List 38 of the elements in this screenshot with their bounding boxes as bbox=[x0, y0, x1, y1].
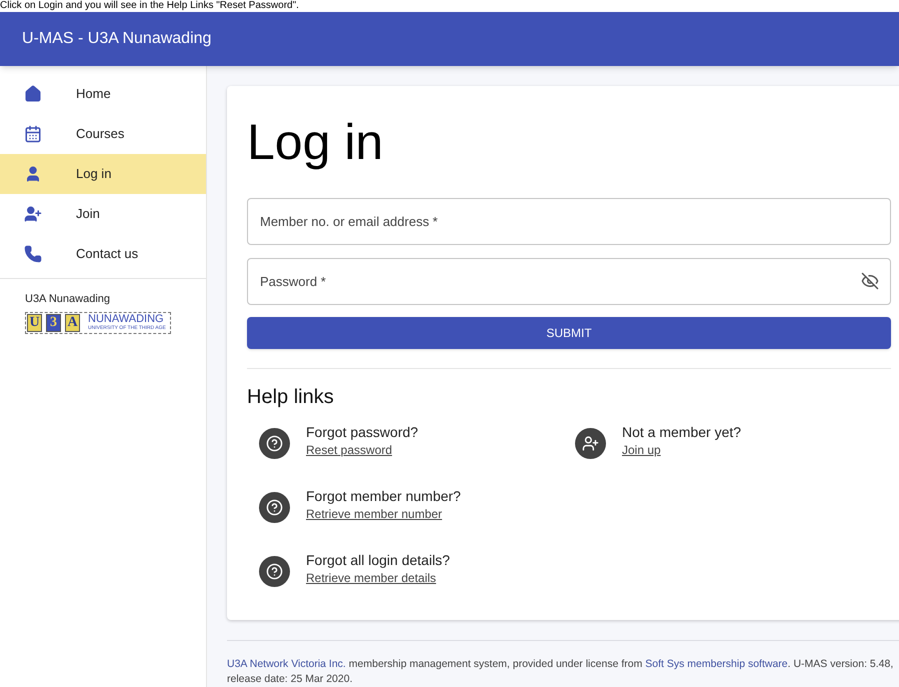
org-name: U3A Nunawading bbox=[25, 292, 112, 307]
nav-item[interactable]: Courses bbox=[0, 114, 206, 154]
add-person-icon bbox=[575, 428, 606, 459]
footer-link[interactable]: Soft Sys membership software bbox=[645, 658, 788, 670]
help-link[interactable]: Reset password bbox=[306, 441, 418, 459]
help-icon bbox=[259, 492, 290, 523]
footer-text: U3A Network Victoria Inc. membership management system, provided under license from Soft Sys membership software. U-MAS version: 5.48, release date: 25 Mar 2020. bbox=[227, 657, 894, 687]
nav-item[interactable]: Contact us bbox=[0, 234, 206, 274]
person-icon bbox=[24, 165, 42, 183]
logo-name: NUNAWADING bbox=[88, 314, 165, 325]
logo-letter: A bbox=[65, 314, 80, 332]
help-question: Not a member yet? bbox=[622, 423, 742, 441]
footer-link[interactable]: U3A Network Victoria Inc. bbox=[227, 658, 346, 670]
help-icon bbox=[259, 556, 290, 587]
help-link[interactable]: Retrieve member number bbox=[306, 505, 461, 523]
nav-item[interactable]: Log in bbox=[0, 154, 206, 194]
calendar-icon bbox=[24, 125, 42, 143]
phone-icon bbox=[24, 245, 42, 263]
help-link[interactable]: Retrieve member details bbox=[306, 569, 450, 587]
logo-letter: 3 bbox=[46, 314, 61, 332]
help-link[interactable]: Join up bbox=[622, 441, 742, 459]
add-person-icon bbox=[24, 205, 42, 223]
app-title: U-MAS - U3A Nunawading bbox=[22, 29, 212, 49]
logo-letter: U bbox=[27, 314, 42, 332]
help-question: Forgot password? bbox=[306, 423, 418, 441]
home-icon bbox=[24, 85, 42, 103]
caption: Click on Login and you will see in the Help Links "Reset Password". bbox=[0, 0, 299, 12]
help-title: Help links bbox=[247, 385, 335, 409]
nav-item[interactable]: Home bbox=[0, 74, 206, 114]
password-field[interactable]: Password * bbox=[247, 258, 891, 305]
input-field[interactable]: Member no. or email address * bbox=[247, 198, 891, 245]
hide-password-icon[interactable] bbox=[861, 272, 879, 290]
nav-item[interactable]: Join bbox=[0, 194, 206, 234]
help-question: Forgot all login details? bbox=[306, 551, 450, 569]
submit-button[interactable]: SUBMIT bbox=[247, 317, 891, 349]
help-icon bbox=[259, 428, 290, 459]
page-title: Log in bbox=[247, 114, 384, 170]
help-question: Forgot member number? bbox=[306, 487, 461, 505]
